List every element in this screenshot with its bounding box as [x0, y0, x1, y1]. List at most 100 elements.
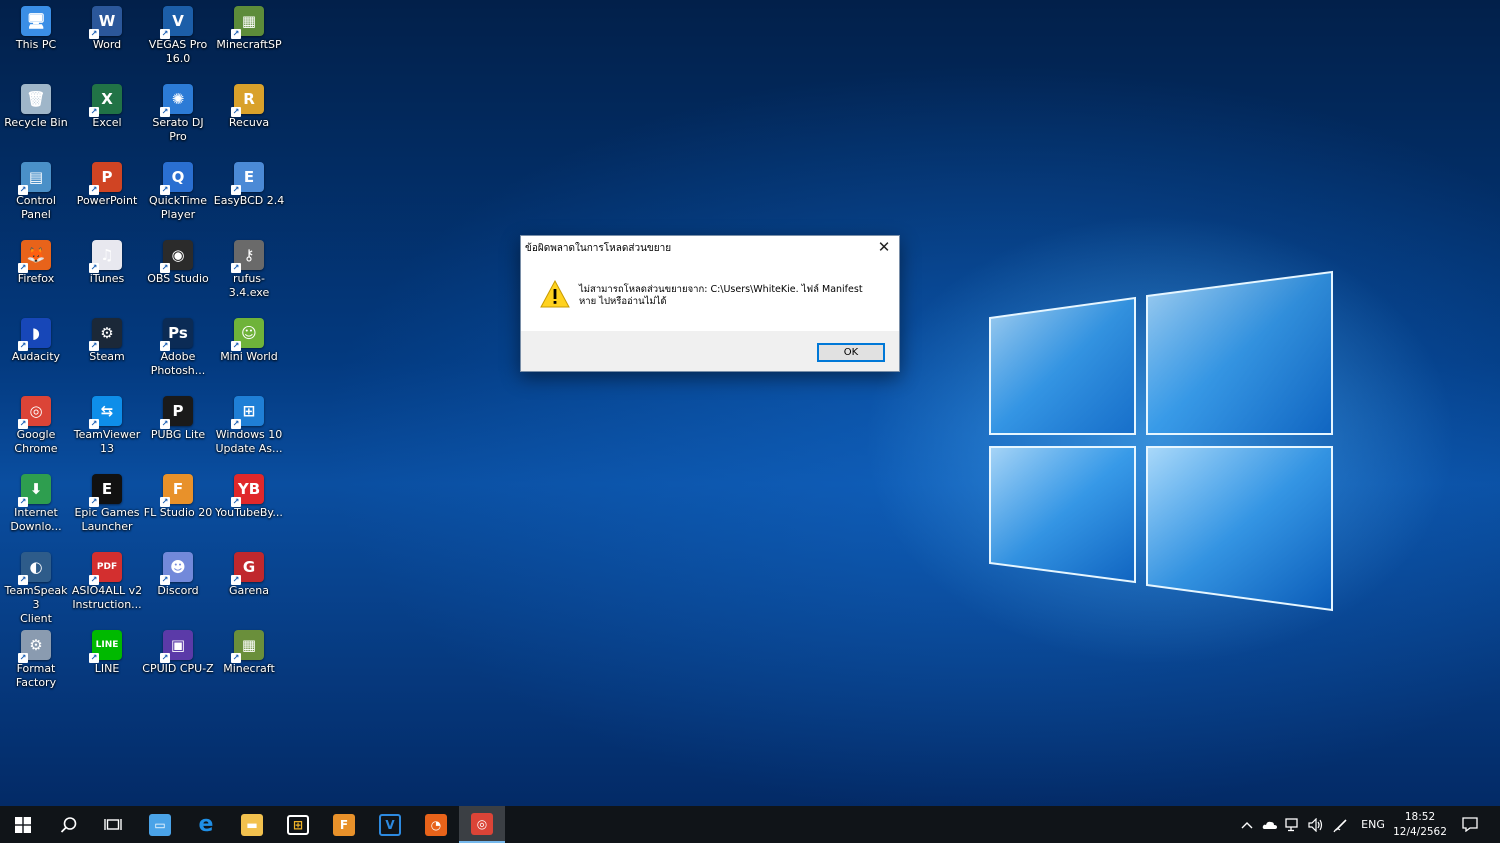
desktop-icon[interactable]: ⬇ ↗ Internet Downlo... [0, 474, 72, 534]
desktop-icon-label: OBS Studio [147, 272, 209, 285]
taskbar-app-computer-management[interactable]: ▭ [137, 806, 183, 843]
desktop-icon[interactable]: Ps ↗ Adobe Photosh... [142, 318, 214, 378]
desktop-icon[interactable]: R ↗ Recuva [213, 84, 285, 130]
desktop-icon-label: Discord [157, 584, 199, 597]
desktop-icon[interactable]: ⇆ ↗ TeamViewer 13 [71, 396, 143, 456]
desktop-icon[interactable]: 🗑 Recycle Bin [0, 84, 72, 130]
language-indicator[interactable]: ENG [1356, 806, 1390, 843]
youtube-icon: YB ↗ [231, 474, 264, 507]
desktop-icon-label: CPUID CPU-Z [142, 662, 214, 675]
desktop-icon-label: Steam [89, 350, 125, 363]
desktop-icon[interactable]: ✺ ↗ Serato DJ Pro [142, 84, 214, 144]
volume-icon[interactable] [1305, 806, 1327, 843]
desktop-icon[interactable]: ♫ ↗ iTunes [71, 240, 143, 286]
desktop-icon[interactable]: ▤ ↗ Control Panel [0, 162, 72, 222]
taskbar-app-vegas[interactable]: V [367, 806, 413, 843]
edge-icon: e [198, 812, 214, 837]
start-button[interactable] [0, 806, 46, 843]
shortcut-arrow-icon: ↗ [89, 107, 99, 117]
audacity-icon: ◗ ↗ [18, 318, 51, 351]
desktop-icon-label: Minecraft [223, 662, 275, 675]
desktop-icon[interactable]: LINE ↗ LINE [71, 630, 143, 676]
powerpoint-icon: P ↗ [89, 162, 122, 195]
desktop-icon[interactable]: 🦊 ↗ Firefox [0, 240, 72, 286]
action-center-icon[interactable] [1455, 806, 1485, 843]
desktop-icon[interactable]: E ↗ Epic Games Launcher [71, 474, 143, 534]
desktop-icon[interactable]: ◐ ↗ TeamSpeak 3 Client [0, 552, 72, 626]
desktop-icon[interactable]: F ↗ FL Studio 20 [142, 474, 214, 520]
desktop-icon[interactable]: ☻ ↗ Discord [142, 552, 214, 598]
shortcut-arrow-icon: ↗ [89, 185, 99, 195]
desktop-icon[interactable]: X ↗ Excel [71, 84, 143, 130]
epic-games-icon: E ↗ [89, 474, 122, 507]
desktop-icon-label: QuickTime Player [148, 194, 208, 221]
shortcut-arrow-icon: ↗ [160, 29, 170, 39]
taskbar-app-firefox[interactable]: ◔ [413, 806, 459, 843]
desktop-icon-label: Word [92, 38, 122, 51]
search-button[interactable] [46, 806, 92, 843]
desktop-icon[interactable]: ⚙ ↗ Steam [71, 318, 143, 364]
taskbar-app-edge[interactable]: e [183, 806, 229, 843]
garena-icon: G ↗ [231, 552, 264, 585]
desktop-icon[interactable]: W ↗ Word [71, 6, 143, 52]
shortcut-arrow-icon: ↗ [18, 497, 28, 507]
desktop[interactable]: 🖥 This PC W ↗ Word V ↗ VEGAS Pro 16.0 ▦ ↗ Minecraf… [0, 0, 1500, 806]
taskbar-app-chrome[interactable]: ◎ [459, 806, 505, 843]
desktop-icon[interactable]: ▦ ↗ MinecraftSP [213, 6, 285, 52]
clock[interactable]: 18:52 12/4/2562 [1392, 810, 1448, 840]
desktop-icon[interactable]: Q ↗ QuickTime Player [142, 162, 214, 222]
desktop-icon[interactable]: ◉ ↗ OBS Studio [142, 240, 214, 286]
minecraft-icon: ▦ ↗ [231, 6, 264, 39]
dialog-titlebar[interactable]: ข้อผิดพลาดในการโหลดส่วนขยาย ✕ [521, 236, 899, 258]
desktop-icon[interactable]: V ↗ VEGAS Pro 16.0 [142, 6, 214, 66]
desktop-icon[interactable]: G ↗ Garena [213, 552, 285, 598]
desktop-icon[interactable]: ▦ ↗ Minecraft [213, 630, 285, 676]
pdf-icon: PDF ↗ [89, 552, 122, 585]
shortcut-arrow-icon: ↗ [89, 419, 99, 429]
ok-button[interactable]: OK [817, 343, 885, 362]
search-icon [60, 816, 77, 833]
show-hidden-icons-chevron-icon[interactable] [1236, 806, 1258, 843]
shortcut-arrow-icon: ↗ [89, 575, 99, 585]
shortcut-arrow-icon: ↗ [89, 653, 99, 663]
cpuz-icon: ▣ ↗ [160, 630, 193, 663]
shortcut-arrow-icon: ↗ [160, 653, 170, 663]
taskbar-app-store[interactable]: ⊞ [275, 806, 321, 843]
itunes-icon: ♫ ↗ [89, 240, 122, 273]
close-icon[interactable]: ✕ [869, 236, 899, 258]
taskbar-app-fl-studio[interactable]: F [321, 806, 367, 843]
desktop-icon[interactable]: P ↗ PowerPoint [71, 162, 143, 208]
desktop-icon[interactable]: ◗ ↗ Audacity [0, 318, 72, 364]
desktop-icon[interactable]: ▣ ↗ CPUID CPU-Z [142, 630, 214, 676]
shortcut-arrow-icon: ↗ [231, 653, 241, 663]
desktop-icon-label: Internet Downlo... [10, 506, 62, 533]
shortcut-arrow-icon: ↗ [231, 419, 241, 429]
desktop-icon[interactable]: YB ↗ YouTubeBy... [213, 474, 285, 520]
chrome-icon: ◎ [471, 812, 493, 835]
network-icon[interactable] [1282, 806, 1304, 843]
format-factory-icon: ⚙ ↗ [18, 630, 51, 663]
desktop-icon-label: Recuva [228, 116, 270, 129]
taskbar: ▭ e ▬ ⊞ F V ◔ ◎ ENG 18:52 12/4/2562 [0, 806, 1500, 843]
onedrive-cloud-icon[interactable] [1259, 806, 1281, 843]
desktop-icon[interactable]: ⚙ ↗ Format Factory [0, 630, 72, 690]
desktop-icon[interactable]: E ↗ EasyBCD 2.4 [213, 162, 285, 208]
desktop-icon[interactable]: ⊞ ↗ Windows 10 Update As... [213, 396, 285, 456]
desktop-icon[interactable]: ☺ ↗ Mini World [213, 318, 285, 364]
desktop-icon[interactable]: P ↗ PUBG Lite [142, 396, 214, 442]
pen-ink-icon[interactable] [1330, 806, 1352, 843]
desktop-icon-label: ASIO4ALL v2 Instruction... [71, 584, 143, 611]
firefox-icon: ◔ [425, 813, 447, 836]
taskbar-app-file-explorer[interactable]: ▬ [229, 806, 275, 843]
shortcut-arrow-icon: ↗ [89, 29, 99, 39]
desktop-icon[interactable]: 🖥 This PC [0, 6, 72, 52]
desktop-icon[interactable]: ⚷ ↗ rufus-3.4.exe [213, 240, 285, 300]
desktop-icon-label: LINE [94, 662, 120, 675]
mini-world-icon: ☺ ↗ [231, 318, 264, 351]
desktop-icon[interactable]: ◎ ↗ Google Chrome [0, 396, 72, 456]
desktop-icon[interactable]: PDF ↗ ASIO4ALL v2 Instruction... [71, 552, 143, 612]
desktop-icon-label: Firefox [17, 272, 55, 285]
desktop-icon-label: Google Chrome [14, 428, 58, 455]
task-view-button[interactable] [90, 806, 136, 843]
desktop-icon-label: YouTubeBy... [215, 506, 283, 519]
